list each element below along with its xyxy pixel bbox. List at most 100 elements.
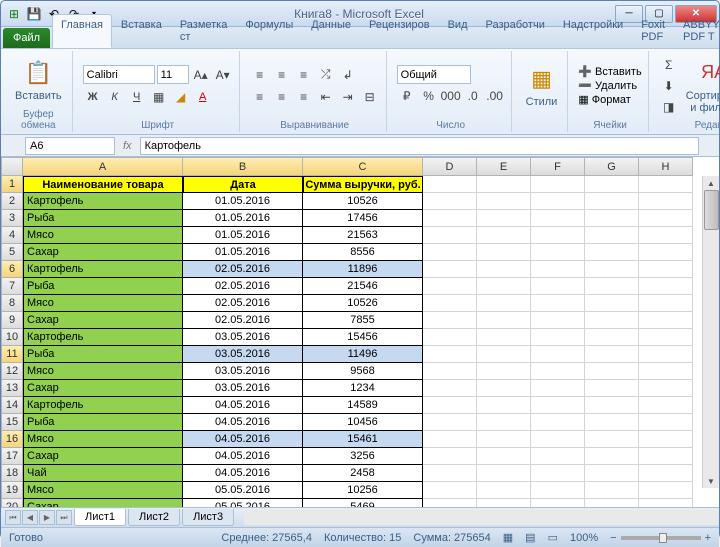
cell[interactable] [423,329,477,346]
row-header[interactable]: 2 [1,193,23,210]
fx-icon[interactable]: fx [123,140,132,152]
cell[interactable]: 03.05.2016 [183,329,303,346]
cell[interactable] [585,193,639,210]
zoom-in-icon[interactable]: + [705,532,711,544]
cell[interactable] [585,346,639,363]
row-header[interactable]: 19 [1,482,23,499]
row-header[interactable]: 7 [1,278,23,295]
increase-indent-icon[interactable]: ⇥ [338,87,358,107]
ribbon-tab-6[interactable]: Вид [439,14,477,48]
cell[interactable] [531,312,585,329]
cell[interactable]: 01.05.2016 [183,193,303,210]
cell[interactable]: Картофель [23,261,183,278]
ribbon-tab-9[interactable]: Foxit PDF [632,14,674,48]
cell[interactable]: Мясо [23,227,183,244]
cell[interactable] [585,363,639,380]
cell[interactable] [639,380,693,397]
cell[interactable]: Дата [183,176,303,193]
cell[interactable] [477,448,531,465]
cell[interactable]: Сахар [23,499,183,507]
column-header-C[interactable]: C [303,157,423,176]
cell[interactable]: Сахар [23,380,183,397]
ribbon-tab-4[interactable]: Данные [302,14,360,48]
cell[interactable] [423,346,477,363]
cell[interactable] [639,210,693,227]
cell[interactable]: 10256 [303,482,423,499]
cell[interactable]: 01.05.2016 [183,227,303,244]
cell[interactable] [423,380,477,397]
cell[interactable] [531,346,585,363]
row-header[interactable]: 1 [1,176,23,193]
delete-button[interactable]: ➖Удалить [578,79,641,92]
formula-input[interactable]: Картофель [140,137,699,155]
paste-button[interactable]: 📋 Вставить [11,56,66,104]
cell[interactable] [531,329,585,346]
cell[interactable] [585,414,639,431]
cell[interactable] [423,397,477,414]
cell[interactable]: 11896 [303,261,423,278]
cell[interactable] [639,397,693,414]
row-header[interactable]: 17 [1,448,23,465]
row-header[interactable]: 10 [1,329,23,346]
ribbon-tab-1[interactable]: Вставка [112,14,171,48]
cell[interactable] [423,414,477,431]
ribbon-tab-8[interactable]: Надстройки [554,14,632,48]
cell[interactable] [531,295,585,312]
cell[interactable]: 03.05.2016 [183,346,303,363]
cell[interactable] [477,261,531,278]
sheet-nav-prev[interactable]: ◀ [22,510,38,525]
column-header-F[interactable]: F [531,157,585,176]
cell[interactable] [477,244,531,261]
zoom-out-icon[interactable]: − [610,532,616,544]
cell[interactable] [585,210,639,227]
column-header-B[interactable]: B [183,157,303,176]
cell[interactable]: 17456 [303,210,423,227]
cell[interactable] [477,465,531,482]
cell[interactable]: Сахар [23,244,183,261]
cell[interactable]: 02.05.2016 [183,312,303,329]
cell[interactable] [531,176,585,193]
increase-font-icon[interactable]: A▴ [191,65,211,85]
cell[interactable] [477,227,531,244]
cell[interactable]: 05.05.2016 [183,499,303,507]
styles-button[interactable]: ▦ Стили [522,62,562,110]
cell[interactable] [477,499,531,507]
cell[interactable]: 05.05.2016 [183,482,303,499]
cell[interactable] [531,414,585,431]
zoom-slider[interactable]: − + [610,532,711,544]
clear-icon[interactable]: ◨ [659,97,679,117]
cell[interactable] [423,176,477,193]
cell[interactable]: 10526 [303,193,423,210]
sheet-tab[interactable]: Лист2 [128,509,180,526]
cell[interactable] [639,448,693,465]
zoom-level[interactable]: 100% [570,532,598,544]
cell[interactable] [531,431,585,448]
cell[interactable] [639,482,693,499]
cell[interactable] [477,414,531,431]
cell[interactable] [585,380,639,397]
cell[interactable] [423,482,477,499]
cell[interactable] [477,329,531,346]
row-header[interactable]: 16 [1,431,23,448]
cell[interactable] [531,244,585,261]
decrease-font-icon[interactable]: A▾ [213,65,233,85]
cell[interactable]: 15461 [303,431,423,448]
cell[interactable]: 5469 [303,499,423,507]
format-button[interactable]: ▦Формат [578,93,641,106]
cell[interactable] [585,312,639,329]
row-header[interactable]: 15 [1,414,23,431]
cell[interactable]: Рыба [23,414,183,431]
cell[interactable]: 04.05.2016 [183,397,303,414]
cell[interactable] [423,448,477,465]
cell[interactable] [423,210,477,227]
cell[interactable] [585,448,639,465]
cell[interactable]: Сахар [23,448,183,465]
scroll-up-icon[interactable]: ▲ [703,176,719,190]
row-header[interactable]: 8 [1,295,23,312]
align-bottom-icon[interactable]: ≡ [294,65,314,85]
cell[interactable]: 9568 [303,363,423,380]
cell[interactable] [639,261,693,278]
cell[interactable] [477,380,531,397]
cell[interactable] [585,499,639,507]
cell[interactable] [585,227,639,244]
